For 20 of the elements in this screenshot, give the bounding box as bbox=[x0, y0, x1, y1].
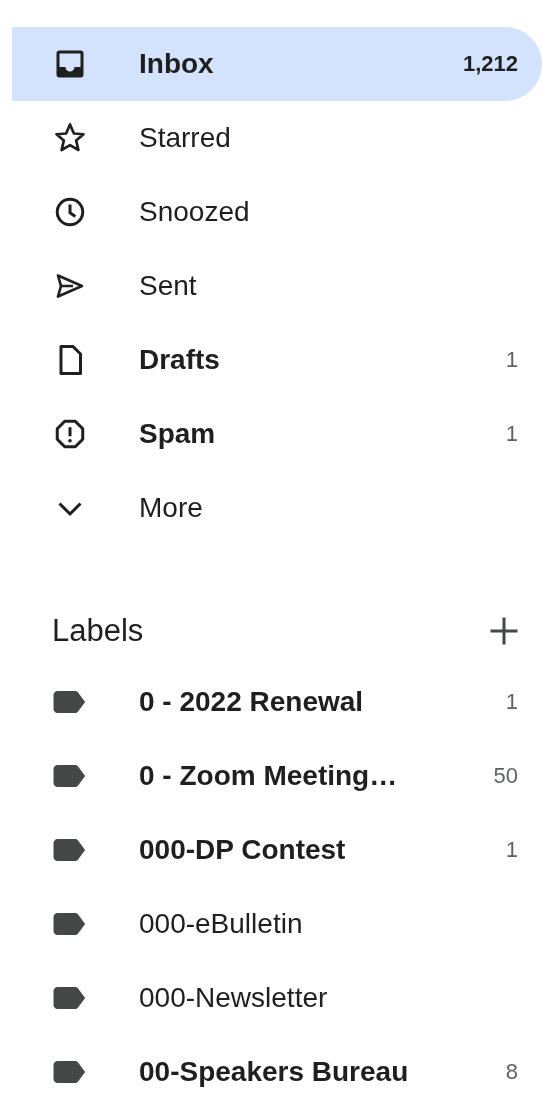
folder-item[interactable]: Snoozed bbox=[12, 175, 542, 249]
labels-heading: Labels bbox=[52, 613, 144, 649]
folder-item[interactable]: Inbox 1,212 bbox=[12, 27, 542, 101]
label-item[interactable]: 00-Speakers Bureau 8 bbox=[12, 1035, 542, 1109]
label-item[interactable]: 000-DP Contest 1 bbox=[12, 813, 542, 887]
folder-item[interactable]: Sent bbox=[12, 249, 542, 323]
label-item[interactable]: 0 - 2022 Renewal 1 bbox=[12, 665, 542, 739]
label-icon bbox=[53, 691, 87, 713]
label-item[interactable]: 0 - Zoom Meeting… 50 bbox=[12, 739, 542, 813]
label-item[interactable]: 000-eBulletin bbox=[12, 887, 542, 961]
folder-item[interactable]: Spam 1 bbox=[12, 397, 542, 471]
label-icon bbox=[53, 913, 87, 935]
folder-item[interactable]: Starred bbox=[12, 101, 542, 175]
label-icon bbox=[53, 765, 87, 787]
folder-item[interactable]: Drafts 1 bbox=[12, 323, 542, 397]
folder-item[interactable]: More bbox=[12, 471, 542, 545]
label-icon bbox=[53, 839, 87, 861]
label-icon bbox=[53, 1061, 87, 1083]
label-item[interactable]: 000-Newsletter bbox=[12, 961, 542, 1035]
label-icon bbox=[53, 987, 87, 1009]
